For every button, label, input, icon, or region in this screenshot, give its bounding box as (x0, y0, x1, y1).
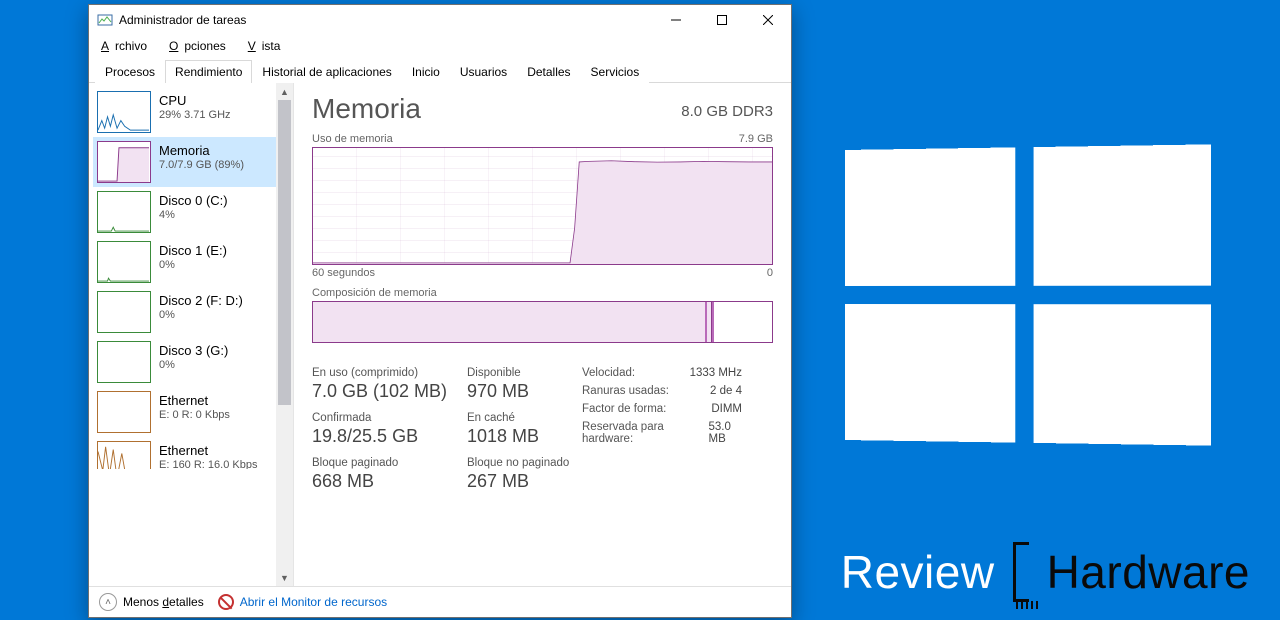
fewer-details-button[interactable]: ˄ Menos detalles (99, 593, 204, 611)
sidebar-item-label: Ethernet (159, 443, 257, 458)
menu-options[interactable]: Opciones (163, 37, 238, 55)
stat-committed-k: Confirmada (312, 412, 467, 424)
sidebar-item-ethernet0[interactable]: Ethernet E: 0 R: 0 Kbps (93, 387, 276, 437)
maximize-button[interactable] (699, 5, 745, 35)
tab-inicio[interactable]: Inicio (402, 60, 450, 83)
menu-bar: Archivo Opciones Vista (89, 35, 791, 59)
stat-nonpaged-k: Bloque no paginado (467, 457, 582, 469)
task-manager-window: Administrador de tareas Archivo Opciones… (88, 4, 792, 618)
tab-usuarios[interactable]: Usuarios (450, 60, 517, 83)
sidebar-item-sub: 0% (159, 259, 227, 271)
watermark-right: Hardware (1047, 545, 1250, 599)
tab-servicios[interactable]: Servicios (581, 60, 650, 83)
sidebar-item-disk2[interactable]: Disco 2 (F: D:) 0% (93, 287, 276, 337)
spec-slots-v: 2 de 4 (710, 385, 742, 397)
chevron-up-icon: ˄ (99, 593, 117, 611)
sidebar-item-label: Disco 3 (G:) (159, 343, 228, 358)
stat-paged-k: Bloque paginado (312, 457, 467, 469)
close-button[interactable] (745, 5, 791, 35)
sidebar-item-sub: 0% (159, 359, 228, 371)
spec-speed-k: Velocidad: (582, 367, 635, 379)
sidebar-item-label: Disco 2 (F: D:) (159, 293, 243, 308)
task-manager-icon (97, 12, 113, 28)
stat-inuse-v: 7.0 GB (102 MB) (312, 381, 467, 402)
stat-avail-v: 970 MB (467, 381, 582, 402)
memory-usage-chart (312, 147, 773, 265)
sidebar-item-sub: 0% (159, 309, 243, 321)
titlebar[interactable]: Administrador de tareas (89, 5, 791, 35)
usage-max: 7.9 GB (739, 133, 773, 145)
sidebar-scrollbar[interactable]: ▲ ▼ (276, 83, 293, 586)
sidebar-item-label: Disco 1 (E:) (159, 243, 227, 258)
stat-cached-v: 1018 MB (467, 426, 582, 447)
sidebar-item-sub: 7.0/7.9 GB (89%) (159, 159, 244, 171)
stat-avail-k: Disponible (467, 367, 582, 379)
spec-form-v: DIMM (711, 403, 742, 415)
stat-cached-k: En caché (467, 412, 582, 424)
sidebar-item-disk1[interactable]: Disco 1 (E:) 0% (93, 237, 276, 287)
resmon-icon (218, 594, 234, 610)
sidebar-item-disk3[interactable]: Disco 3 (G:) 0% (93, 337, 276, 387)
sidebar-item-ethernet1[interactable]: Ethernet E: 160 R: 16.0 Kbps (93, 437, 276, 469)
usage-label: Uso de memoria (312, 133, 393, 145)
tab-historial[interactable]: Historial de aplicaciones (252, 60, 401, 83)
sidebar-item-sub: E: 160 R: 16.0 Kbps (159, 459, 257, 469)
spec-reserved-k: Reservada para hardware: (582, 421, 689, 445)
stat-inuse-k: En uso (comprimido) (312, 367, 467, 379)
minimize-button[interactable] (653, 5, 699, 35)
sidebar-item-label: Memoria (159, 143, 244, 158)
scroll-down-icon[interactable]: ▼ (276, 569, 293, 586)
menu-file[interactable]: Archivo (95, 37, 159, 55)
bracket-icon (1013, 542, 1029, 602)
sidebar-item-label: CPU (159, 93, 231, 108)
axis-right: 0 (767, 267, 773, 279)
tab-rendimiento[interactable]: Rendimiento (165, 60, 252, 83)
watermark-left: Review (841, 545, 995, 599)
sidebar-item-sub: E: 0 R: 0 Kbps (159, 409, 230, 421)
spec-speed-v: 1333 MHz (690, 367, 742, 379)
axis-left: 60 segundos (312, 267, 375, 279)
sidebar-item-memoria[interactable]: Memoria 7.0/7.9 GB (89%) (93, 137, 276, 187)
window-title: Administrador de tareas (119, 13, 653, 27)
memory-composition-bar (312, 301, 773, 343)
sidebar-item-disk0[interactable]: Disco 0 (C:) 4% (93, 187, 276, 237)
spec-reserved-v: 53.0 MB (709, 421, 743, 445)
stat-nonpaged-v: 267 MB (467, 471, 582, 492)
sidebar-item-cpu[interactable]: CPU 29% 3.71 GHz (93, 87, 276, 137)
tab-strip: Procesos Rendimiento Historial de aplica… (89, 59, 791, 83)
sidebar-item-sub: 29% 3.71 GHz (159, 109, 231, 121)
sidebar-item-label: Ethernet (159, 393, 230, 408)
composition-label: Composición de memoria (312, 287, 437, 299)
sidebar-item-sub: 4% (159, 209, 228, 221)
sidebar-item-label: Disco 0 (C:) (159, 193, 228, 208)
tab-procesos[interactable]: Procesos (95, 60, 165, 83)
spec-form-k: Factor de forma: (582, 403, 666, 415)
stat-paged-v: 668 MB (312, 471, 467, 492)
menu-view[interactable]: Vista (242, 37, 293, 55)
performance-sidebar: CPU 29% 3.71 GHz Memoria 7.0/7.9 GB (89%… (89, 83, 294, 586)
scroll-up-icon[interactable]: ▲ (276, 83, 293, 100)
performance-main: 8.0 GB DDR3 Memoria Uso de memoria 7.9 G… (294, 83, 791, 586)
memory-total: 8.0 GB DDR3 (681, 103, 773, 120)
watermark: Review Hardware (841, 542, 1250, 602)
tab-detalles[interactable]: Detalles (517, 60, 580, 83)
open-resmon-link[interactable]: Abrir el Monitor de recursos (218, 594, 387, 610)
windows-logo (845, 144, 1211, 445)
window-footer: ˄ Menos detalles Abrir el Monitor de rec… (89, 586, 791, 617)
spec-slots-k: Ranuras usadas: (582, 385, 669, 397)
stat-committed-v: 19.8/25.5 GB (312, 426, 467, 447)
